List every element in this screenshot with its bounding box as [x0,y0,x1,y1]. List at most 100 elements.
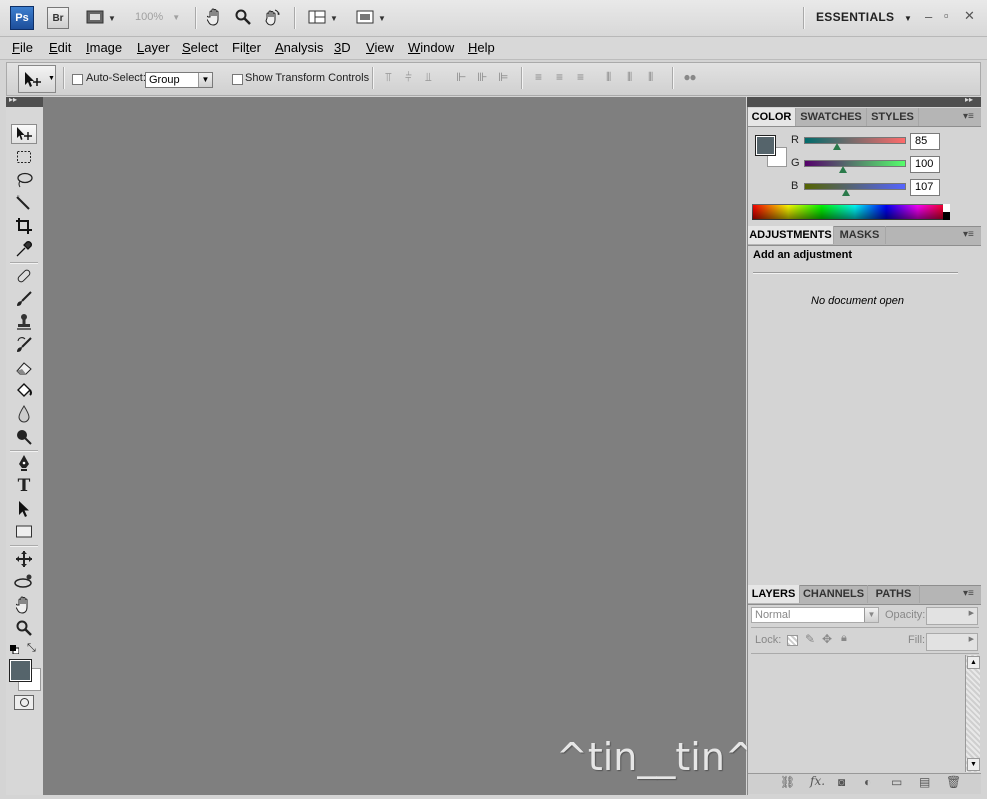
new-layer-icon[interactable]: ▤ [919,775,930,789]
distribute-left-edges-icon[interactable]: ⦀ [606,70,611,85]
tab-channels[interactable]: CHANNELS [800,585,868,603]
red-slider-thumb[interactable] [833,143,841,150]
color-foreground-swatch[interactable] [755,135,776,156]
default-colors-button[interactable] [10,643,20,655]
layers-scrollbar[interactable]: ▲ ▼ [965,655,980,772]
blue-slider-thumb[interactable] [842,189,850,196]
tab-paths[interactable]: PATHS [868,585,920,603]
rotate-view-button[interactable] [260,8,284,28]
auto-select-checkbox[interactable] [72,74,83,85]
tool-preset-picker[interactable]: ▼ [18,65,56,93]
swap-colors-button[interactable]: ⤡ [27,642,36,655]
menu-file[interactable]: File [12,40,33,55]
align-top-edges-icon[interactable]: ⫪ [385,70,392,85]
zoom-tool[interactable] [11,618,37,638]
tab-styles[interactable]: STYLES [867,108,919,126]
marquee-tool[interactable] [11,147,37,167]
adjustment-layer-icon[interactable]: ◐ [864,775,871,789]
new-group-icon[interactable]: ▭ [891,775,902,789]
align-right-edges-icon[interactable]: ⊫ [498,70,508,84]
green-slider-track[interactable] [804,160,906,167]
panel-menu-icon[interactable]: ▾≡ [963,229,974,240]
distribute-vertical-centers-icon[interactable]: ≡ [556,70,563,84]
type-tool[interactable]: T [11,476,37,496]
3d-rotate-tool[interactable] [11,549,37,569]
menu-window[interactable]: Window [408,40,454,55]
menu-edit[interactable]: Edit [49,40,71,55]
align-horizontal-centers-icon[interactable]: ⊪ [477,70,487,84]
shape-tool[interactable] [11,522,37,542]
history-brush-tool[interactable] [11,335,37,355]
tab-layers[interactable]: LAYERS [748,585,800,603]
tab-masks[interactable]: MASKS [834,226,886,244]
distribute-right-edges-icon[interactable]: ⦀ [648,70,653,85]
screen-mode-button[interactable]: ▼ [354,8,388,28]
blend-mode-dropdown[interactable]: Normal ▼ [751,607,879,623]
scroll-up-icon[interactable]: ▲ [967,656,980,669]
fill-input[interactable]: ▶ [926,633,978,651]
close-button[interactable]: ✕ [964,8,975,24]
quick-mask-button[interactable] [14,695,34,710]
eraser-tool[interactable] [11,358,37,378]
paint-bucket-tool[interactable] [11,381,37,401]
menu-help[interactable]: Help [468,40,495,55]
lock-all-icon[interactable]: 🔒︎ [841,632,847,645]
launch-mini-bridge-button[interactable]: ▼ [84,9,118,27]
lasso-tool[interactable] [11,170,37,190]
brush-tool[interactable] [11,289,37,309]
dodge-tool[interactable] [11,427,37,447]
tab-adjustments[interactable]: ADJUSTMENTS [748,226,834,244]
show-transform-checkbox[interactable] [232,74,243,85]
lock-image-icon[interactable]: ✎ [805,632,815,646]
opacity-input[interactable]: ▶ [926,607,978,625]
green-slider-thumb[interactable] [839,166,847,173]
tab-color[interactable]: COLOR [748,108,796,126]
menu-image[interactable]: Image [86,40,122,55]
menu-3d[interactable]: 3D [334,40,351,55]
distribute-bottom-edges-icon[interactable]: ≡ [577,70,584,84]
spectrum-black-swatch[interactable] [943,212,950,220]
auto-select-dropdown[interactable]: Group ▼ [145,72,213,88]
panel-menu-icon[interactable]: ▾≡ [963,111,974,122]
layer-style-icon[interactable]: fx. [810,774,825,788]
eyedropper-tool[interactable] [11,239,37,259]
add-mask-icon[interactable]: ◙ [838,775,845,789]
tools-panel-header[interactable]: ▸▸ [6,95,43,107]
tab-swatches[interactable]: SWATCHES [796,108,867,126]
green-value-input[interactable]: 100 [910,156,940,173]
document-area[interactable] [43,97,746,795]
menu-view[interactable]: View [366,40,394,55]
healing-brush-tool[interactable] [11,266,37,286]
layers-list[interactable] [751,655,964,772]
blue-value-input[interactable]: 107 [910,179,940,196]
lock-position-icon[interactable]: ✥ [822,632,832,646]
distribute-horizontal-centers-icon[interactable]: ⦀ [627,70,632,85]
minimize-button[interactable]: – [925,9,932,24]
workspace-switcher[interactable]: ESSENTIALS ▼ [816,10,912,24]
red-value-input[interactable]: 85 [910,133,940,150]
spectrum-white-swatch[interactable] [943,204,950,212]
red-slider-track[interactable] [804,137,906,144]
pen-tool[interactable] [11,453,37,473]
hand-tool[interactable] [11,595,37,615]
scroll-down-icon[interactable]: ▼ [967,758,980,771]
menu-analysis[interactable]: Analysis [275,40,323,55]
quick-selection-tool[interactable] [11,193,37,213]
menu-layer[interactable]: Layer [137,40,170,55]
auto-align-layers-icon[interactable]: ⦁⦁ [684,70,696,85]
hand-tool-button[interactable] [204,8,226,28]
foreground-color-swatch[interactable] [9,659,32,682]
align-bottom-edges-icon[interactable]: ⫫ [425,70,432,85]
clone-stamp-tool[interactable] [11,312,37,332]
crop-tool[interactable] [11,216,37,236]
panel-dock-header[interactable]: ▸▸ [747,95,981,107]
link-layers-icon[interactable]: ⛓ [780,775,795,789]
zoom-tool-button[interactable] [232,8,254,28]
arrange-documents-button[interactable]: ▼ [306,8,340,28]
path-selection-tool[interactable] [11,499,37,519]
align-left-edges-icon[interactable]: ⊩ [456,70,466,84]
zoom-level-field[interactable]: 100% ▼ [135,11,180,23]
align-vertical-centers-icon[interactable]: ⫩ [405,70,412,85]
3d-orbit-tool[interactable] [11,572,37,592]
panel-menu-icon[interactable]: ▾≡ [963,588,974,599]
